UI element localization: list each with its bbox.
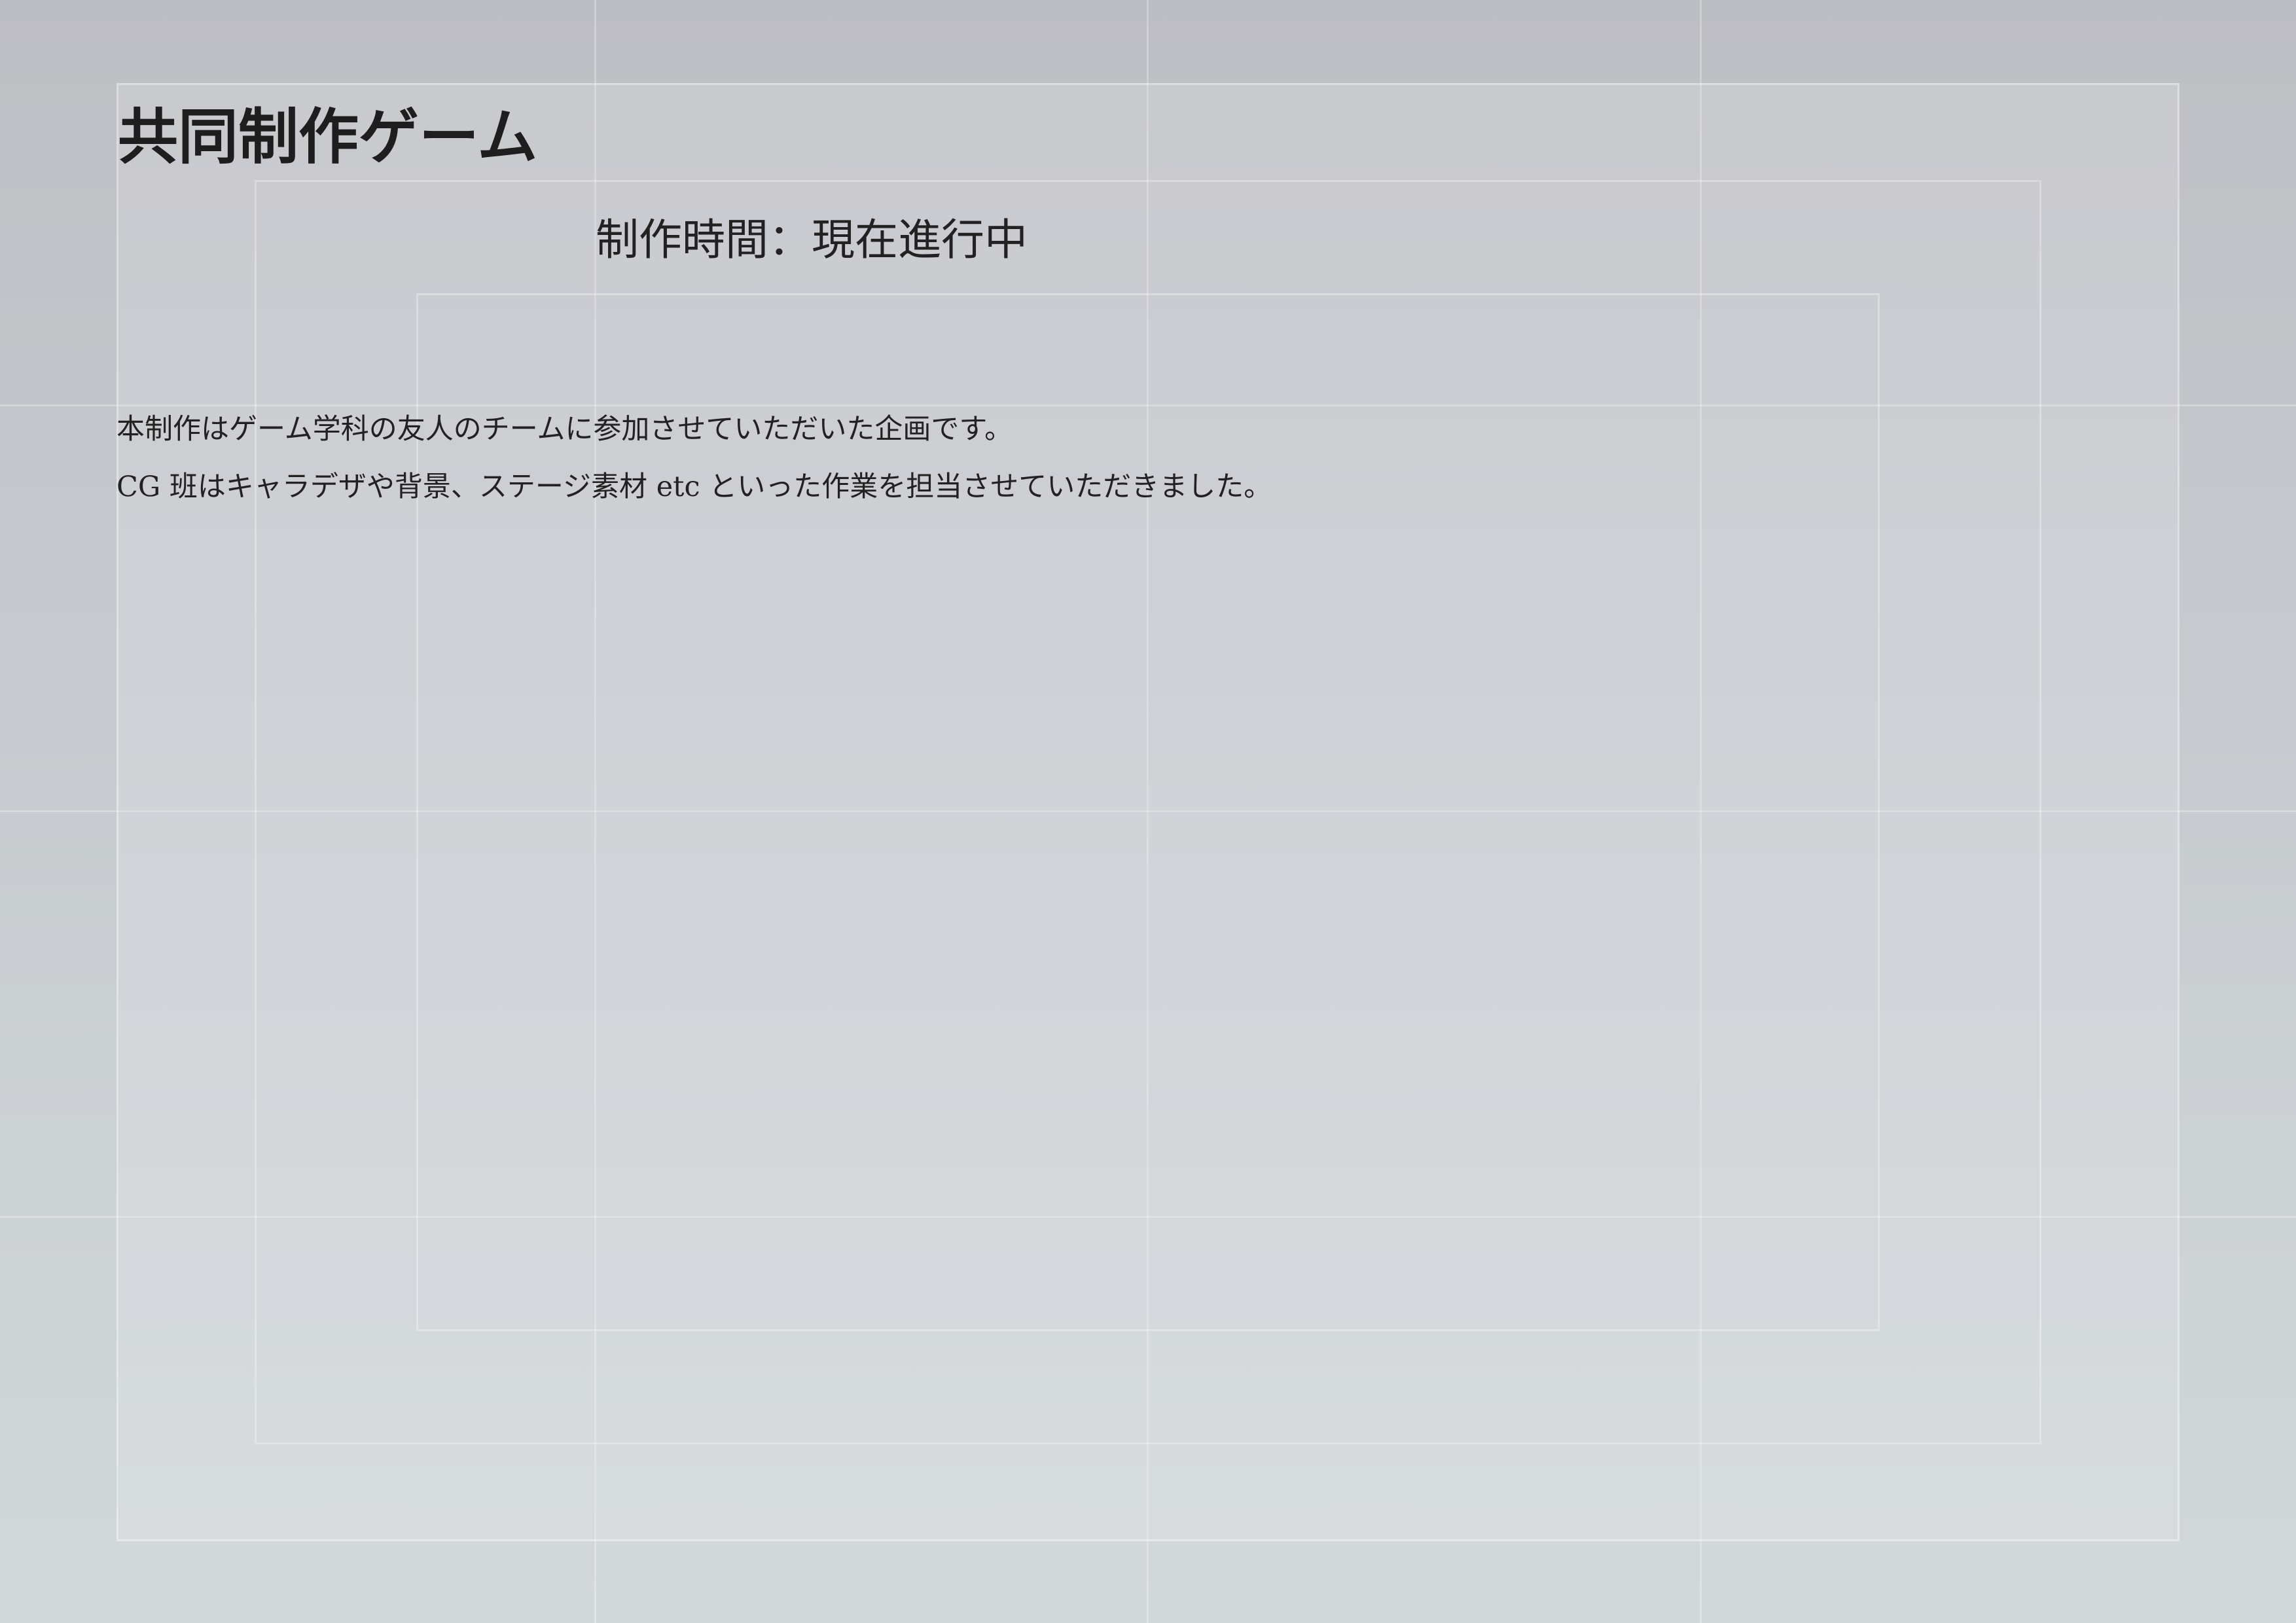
description-line: CG 班はキャラデザや背景、ステージ素材 etc といった作業を担当させていただ…: [117, 471, 1272, 503]
page-title: 共同制作ゲーム: [118, 102, 538, 172]
description-line: 本制作はゲーム学科の友人のチームに参加させていただいた企画です。: [117, 413, 1013, 446]
description: 本制作はゲーム学科の友人のチームに参加させていただいた企画です。 CG 班はキャ…: [117, 401, 1272, 516]
production-time: 制作時間：現在進行中: [596, 215, 1028, 265]
